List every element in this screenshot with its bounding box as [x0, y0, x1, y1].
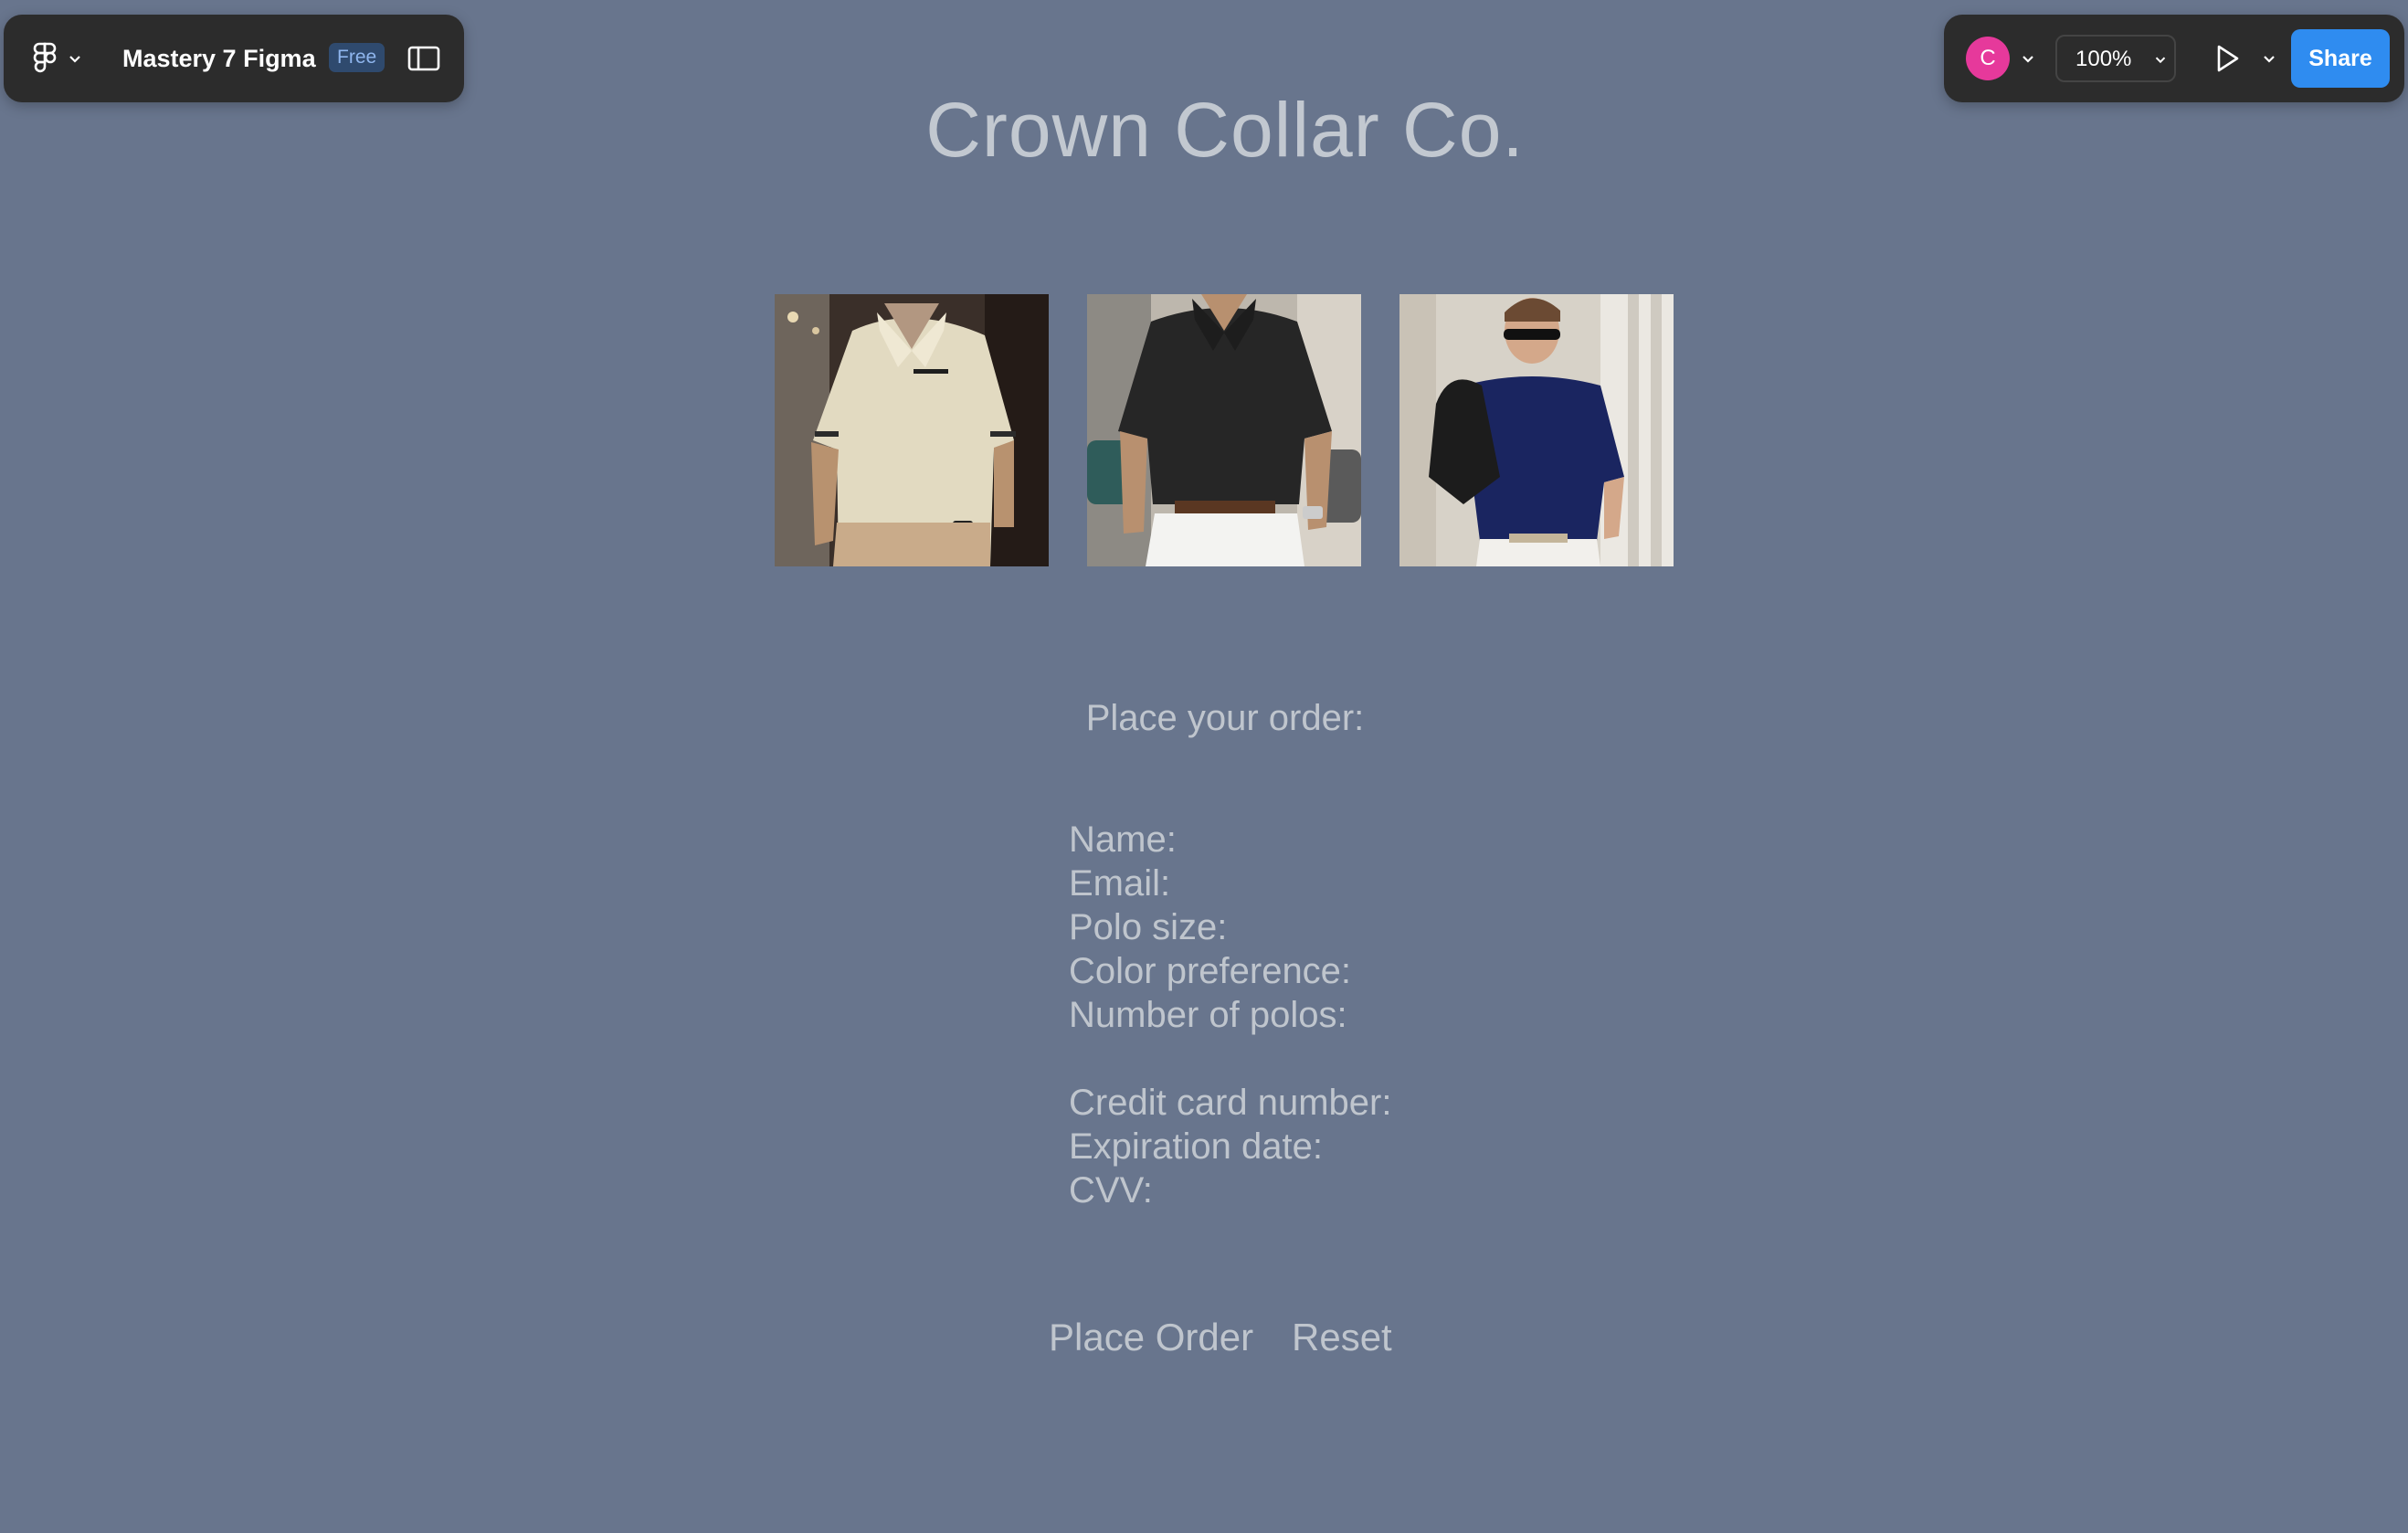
- figma-logo-icon: [33, 42, 57, 73]
- chevron-down-icon[interactable]: [2019, 49, 2037, 68]
- product-photo-black-polo: [1087, 294, 1361, 566]
- play-icon[interactable]: [2207, 38, 2247, 79]
- product-photo-navy-polo: [1399, 294, 1674, 566]
- reset-button[interactable]: Reset: [1292, 1312, 1392, 1363]
- file-name[interactable]: Mastery 7 Figma: [122, 42, 316, 75]
- share-button[interactable]: Share: [2291, 29, 2390, 88]
- color-preference-label: Color preference:: [1069, 951, 1352, 991]
- credit-card-label: Credit card number:: [1069, 1083, 1392, 1123]
- sidebar-panel-icon[interactable]: [406, 40, 442, 77]
- polo-size-label: Polo size:: [1069, 907, 1228, 947]
- order-form: Name: Email: Polo size: Color preference…: [1069, 818, 1391, 1212]
- number-of-polos-label: Number of polos:: [1069, 995, 1347, 1035]
- zoom-dropdown[interactable]: 100%: [2055, 35, 2176, 82]
- email-label: Email:: [1069, 863, 1171, 904]
- chevron-down-icon[interactable]: [2260, 49, 2278, 68]
- expiration-date-label: Expiration date:: [1069, 1126, 1323, 1167]
- chevron-down-icon: [2155, 57, 2166, 64]
- user-avatar[interactable]: C: [1966, 37, 2010, 80]
- order-heading: Place your order:: [1085, 698, 1365, 738]
- figma-canvas: Mastery 7 Figma Free C 100% Share Crown …: [0, 0, 2408, 1533]
- form-spacer: [1069, 1037, 1391, 1081]
- place-order-button[interactable]: Place Order: [1049, 1312, 1253, 1363]
- cvv-label: CVV:: [1069, 1170, 1153, 1211]
- name-label: Name:: [1069, 819, 1177, 860]
- chevron-down-icon: [69, 56, 80, 63]
- zoom-level: 100%: [2075, 47, 2132, 71]
- plan-badge: Free: [329, 43, 385, 72]
- product-photo-beige-polo: [775, 294, 1049, 566]
- main-menu-button[interactable]: [31, 40, 90, 77]
- page-title: Crown Collar Co.: [925, 87, 1525, 173]
